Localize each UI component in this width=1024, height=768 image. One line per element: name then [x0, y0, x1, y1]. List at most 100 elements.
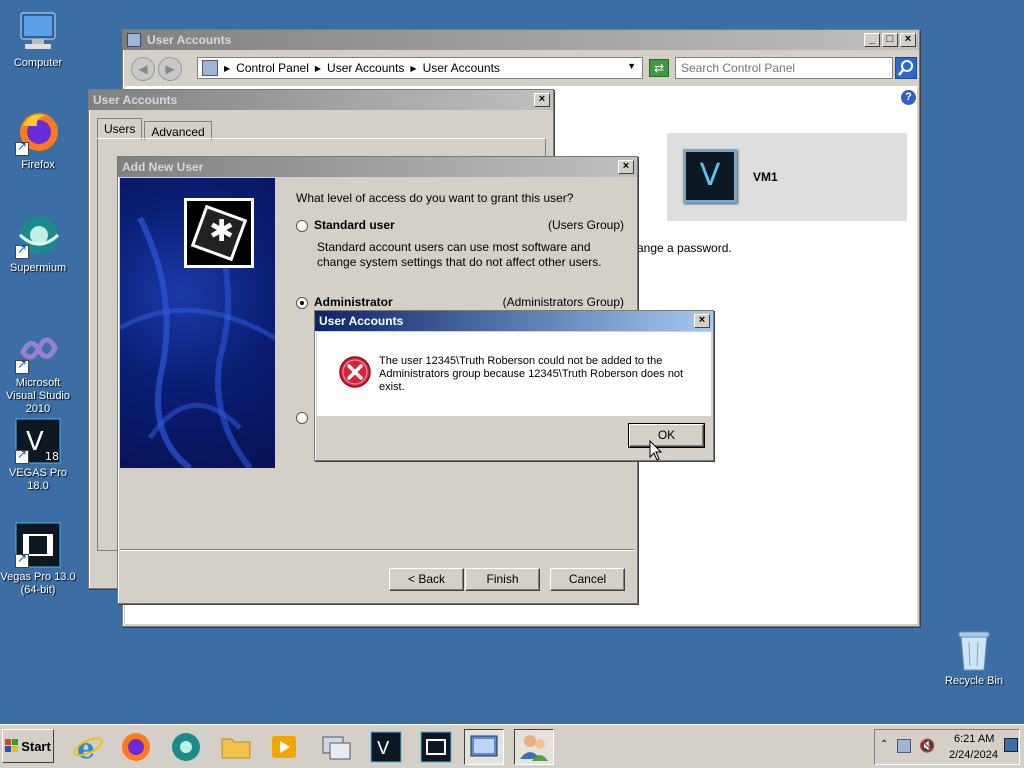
network-icon[interactable] — [897, 739, 911, 753]
start-button[interactable]: Start — [2, 729, 54, 763]
change-password-text: ange a password. — [637, 241, 732, 255]
error-title: User Accounts — [319, 314, 404, 328]
taskbar-internet-explorer[interactable]: e — [68, 729, 108, 765]
desktop-icon-visual-studio[interactable]: Microsoft Visual Studio 2010 — [0, 328, 76, 416]
control-panel-titlebar: User Accounts _ □ × — [123, 30, 919, 50]
address-dropdown-icon[interactable]: ▼ — [627, 61, 636, 71]
close-button[interactable]: × — [900, 33, 916, 47]
window-app-icon — [127, 33, 141, 47]
breadcrumb-item[interactable]: Control Panel — [236, 61, 309, 75]
navigation-bar: ◀ ▶ ▶ Control Panel ▶ User Accounts ▶ Us… — [125, 54, 917, 84]
control-panel-icon — [470, 735, 498, 757]
breadcrumb-item[interactable]: User Accounts — [327, 61, 404, 75]
desktop-icon-vegas-13[interactable]: Vegas Pro 13.0 (64-bit) — [0, 522, 76, 597]
minimize-button[interactable]: _ — [864, 33, 880, 47]
search-button[interactable] — [895, 57, 917, 79]
volume-muted-icon[interactable]: 🔇 — [919, 738, 935, 754]
visual-studio-icon — [15, 328, 61, 374]
breadcrumb-item[interactable]: User Accounts — [423, 61, 500, 75]
vegas-logo-icon: V — [699, 158, 721, 193]
desktop-icon-recycle-bin[interactable]: Recycle Bin — [936, 626, 1012, 688]
users-group-label: (Users Group) — [547, 218, 624, 232]
clock-time[interactable]: 6:21 AM — [954, 733, 994, 745]
taskbar-supermium[interactable] — [166, 729, 206, 765]
control-panel-icon — [202, 60, 218, 76]
back-button[interactable]: < Back — [389, 568, 464, 591]
desktop-icon-label: Microsoft Visual Studio 2010 — [5, 377, 70, 415]
forward-button[interactable]: ▶ — [158, 57, 182, 81]
taskbar-user-accounts[interactable] — [514, 729, 554, 765]
wizard-banner: ✱ — [120, 178, 275, 468]
refresh-button[interactable]: ⇄ — [649, 59, 669, 77]
users-icon — [520, 735, 548, 761]
search-icon — [898, 60, 913, 76]
search-input[interactable] — [675, 57, 893, 79]
vegas-pro-18-icon: V — [370, 731, 402, 763]
desktop-icon-label: Recycle Bin — [944, 675, 1004, 687]
computer-icon — [15, 8, 61, 54]
help-icon[interactable]: ? — [901, 90, 916, 105]
breadcrumb: ▶ Control Panel ▶ User Accounts ▶ User A… — [224, 61, 500, 75]
shortcut-arrow-icon — [15, 358, 29, 374]
standard-user-option[interactable]: Standard user (Users Group) — [296, 217, 626, 237]
cancel-button[interactable]: Cancel — [550, 568, 625, 591]
vegas-pro-13-icon — [15, 522, 61, 568]
wizard-key-icon: ✱ — [184, 198, 254, 268]
error-message-box: User Accounts × The user 12345\Truth Rob… — [314, 310, 714, 461]
tab-users[interactable]: Users — [97, 118, 143, 140]
shortcut-arrow-icon — [15, 140, 29, 156]
recycle-bin-icon — [951, 626, 997, 672]
desktop-icon-computer[interactable]: Computer — [0, 8, 76, 70]
show-desktop-button[interactable] — [1004, 738, 1018, 752]
other-radio[interactable] — [296, 412, 308, 424]
taskbar-file-explorer[interactable] — [216, 729, 256, 765]
show-hidden-icons-button[interactable]: ⌃ — [880, 739, 888, 750]
programs-icon — [322, 736, 351, 760]
maximize-button[interactable]: □ — [882, 33, 898, 47]
standard-user-radio[interactable] — [296, 220, 308, 232]
desktop-icon-label: Vegas Pro 13.0 (64-bit) — [0, 571, 76, 596]
windows-logo-icon — [5, 739, 19, 752]
desktop-icon-vegas-18[interactable]: V18 VEGAS Pro 18.0 — [0, 418, 76, 493]
taskbar-vegas-18[interactable]: V — [366, 729, 406, 765]
folder-icon — [221, 738, 251, 759]
desktop-icon-label: Computer — [13, 57, 63, 69]
back-button[interactable]: ◀ — [131, 57, 155, 81]
firefox-icon — [15, 110, 61, 156]
error-titlebar: User Accounts × — [315, 311, 713, 331]
taskbar-control-panel[interactable] — [464, 729, 504, 765]
mouse-cursor-icon — [649, 440, 663, 461]
close-button[interactable]: × — [618, 160, 634, 174]
standard-user-description: Standard account users can use most soft… — [317, 240, 602, 269]
clock-date[interactable]: 2/24/2024 — [949, 749, 998, 761]
desktop-icon-firefox[interactable]: Firefox — [0, 110, 76, 172]
taskbar-programs[interactable] — [316, 729, 356, 765]
shortcut-arrow-icon — [15, 243, 29, 259]
tab-strip: Users Advanced — [97, 118, 212, 140]
taskbar-vegas-13[interactable] — [416, 729, 456, 765]
svg-text:18: 18 — [45, 450, 59, 463]
svg-text:V: V — [377, 738, 390, 759]
taskbar-media-player[interactable] — [264, 729, 304, 765]
close-button[interactable]: × — [534, 93, 550, 107]
administrator-label: Administrator — [314, 295, 393, 309]
finish-button[interactable]: Finish — [465, 568, 540, 591]
desktop-icon-label: Supermium — [9, 262, 67, 274]
firefox-icon — [122, 733, 150, 761]
taskbar-firefox[interactable] — [116, 729, 156, 765]
address-bar[interactable]: ▶ Control Panel ▶ User Accounts ▶ User A… — [197, 57, 643, 79]
start-label: Start — [21, 738, 51, 754]
administrator-radio[interactable] — [296, 297, 308, 309]
desktop-icon-supermium[interactable]: Supermium — [0, 213, 76, 275]
desktop-icon-label: Firefox — [21, 159, 55, 171]
window-title: User Accounts — [147, 33, 232, 47]
desktop-icon-label: VEGAS Pro 18.0 — [8, 467, 68, 492]
error-icon — [339, 356, 371, 388]
ok-button[interactable]: OK — [628, 423, 705, 448]
close-button[interactable]: × — [694, 314, 710, 328]
user-name: VM1 — [753, 170, 778, 184]
shortcut-arrow-icon — [15, 448, 29, 464]
error-message-area: The user 12345\Truth Roberson could not … — [317, 332, 711, 416]
wizard-titlebar: Add New User × — [118, 157, 637, 177]
supermium-icon — [172, 733, 200, 761]
